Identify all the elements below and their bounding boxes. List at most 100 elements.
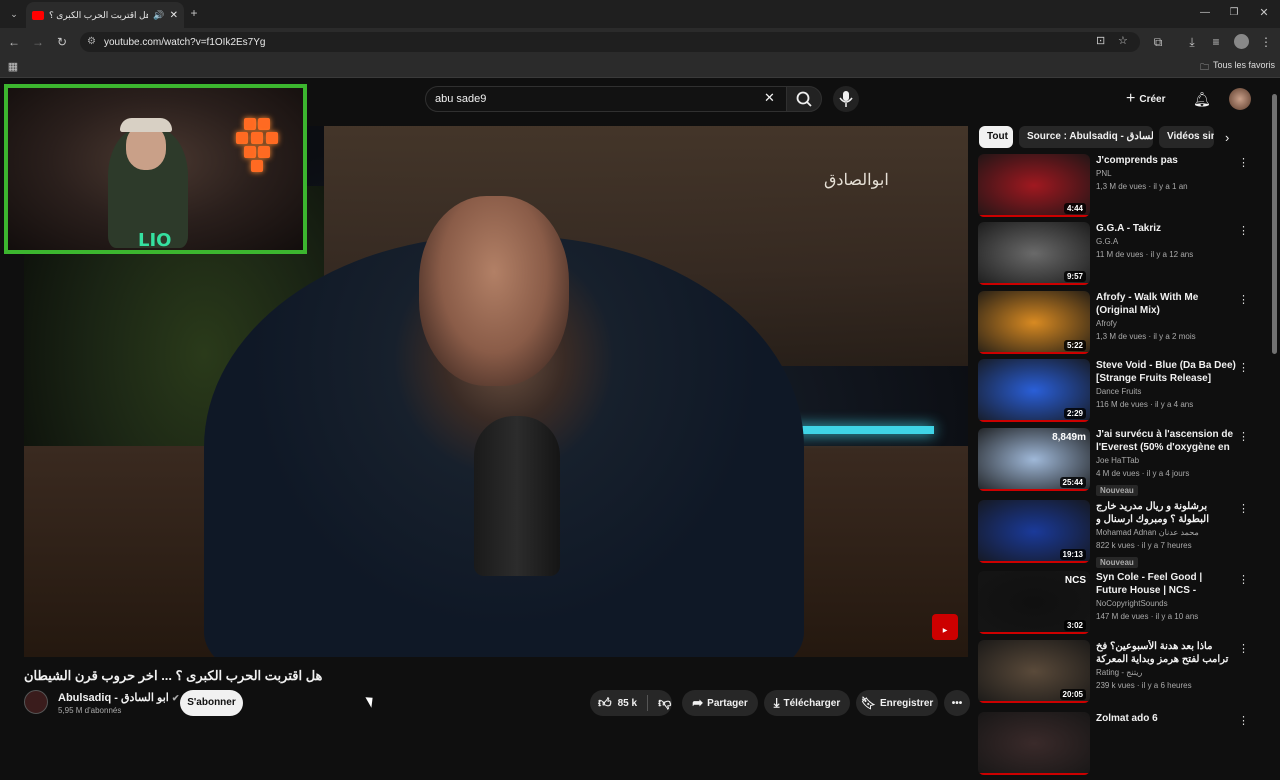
- recommendation-title[interactable]: Steve Void - Blue (Da Ba Dee) [Strange F…: [1096, 359, 1236, 385]
- install-app-icon[interactable]: ⊡: [1096, 34, 1105, 47]
- reload-icon[interactable]: ↻: [54, 35, 70, 49]
- more-vertical-icon[interactable]: ⋮: [1238, 502, 1249, 515]
- share-button[interactable]: ➦ Partager: [682, 690, 758, 716]
- clear-search-icon[interactable]: ✕: [764, 90, 775, 106]
- sidebar-scrollbar[interactable]: [1272, 94, 1277, 354]
- channel-name[interactable]: Abulsadiq - ابو السادق ✔: [58, 691, 179, 704]
- account-avatar[interactable]: [1229, 88, 1251, 110]
- recommendation-title[interactable]: Afrofy - Walk With Me (Original Mix): [1096, 291, 1236, 317]
- forward-icon[interactable]: →: [30, 35, 46, 49]
- chip-similar-videos[interactable]: Vidéos sin: [1159, 126, 1214, 148]
- chips-next-icon[interactable]: ›: [1225, 130, 1229, 145]
- recommendation-title[interactable]: G.G.A - Takriz: [1096, 222, 1236, 235]
- create-button[interactable]: + Créer: [1126, 88, 1174, 110]
- recommendation-thumbnail[interactable]: 20:05: [978, 640, 1090, 703]
- recommendation-channel[interactable]: G.G.A: [1096, 235, 1236, 248]
- new-tab-icon[interactable]: +: [186, 6, 202, 20]
- recommendation-item[interactable]: 8,849m 25:44 J'ai survécu à l'ascension de…: [978, 428, 1268, 496]
- more-vertical-icon[interactable]: ⋮: [1238, 714, 1249, 727]
- save-icon: 🔖︎: [860, 696, 876, 710]
- streamer-logo: LIO: [138, 230, 172, 251]
- recommendation-meta: 1,3 M de vues · il y a 1 an: [1096, 182, 1188, 191]
- download-button[interactable]: ⤓ Télécharger: [764, 690, 850, 716]
- more-vertical-icon[interactable]: ⋮: [1238, 573, 1249, 586]
- recommendation-item[interactable]: NCS 3:02 Syn Cole - Feel Good | Future Hou…: [978, 571, 1268, 639]
- tab-close-icon[interactable]: ✕: [170, 10, 178, 21]
- recommendation-title[interactable]: J'ai survécu à l'ascension de l'Everest …: [1096, 428, 1236, 454]
- downloads-icon[interactable]: ⤓: [1184, 35, 1200, 49]
- recommendation-channel[interactable]: Joe HaTTab: [1096, 454, 1236, 467]
- recommendation-channel[interactable]: Mohamad Adnan محمد عدنان: [1096, 526, 1236, 539]
- recommendation-channel[interactable]: NoCopyrightSounds: [1096, 597, 1236, 610]
- recommendation-item[interactable]: 19:13 برشلونة و ريال مدريد خارج البطولة ؟…: [978, 500, 1268, 568]
- recommendation-title[interactable]: ماذا بعد هدنة الأسبوعين؟ فخ ترامب لفتح ه…: [1096, 640, 1236, 666]
- recommendation-thumbnail[interactable]: 5:22: [978, 291, 1090, 354]
- recommendation-item[interactable]: 9:57 G.G.A - Takriz G.G.A 11 M de vues · il…: [978, 222, 1268, 290]
- recommendation-title[interactable]: Zolmat ado 6: [1096, 712, 1236, 725]
- notifications-bell-icon[interactable]: 🔔︎: [1193, 91, 1211, 108]
- save-button[interactable]: 🔖︎ Enregistrer: [856, 690, 938, 716]
- recommendation-info: Steve Void - Blue (Da Ba Dee) [Strange F…: [1096, 359, 1236, 411]
- recommendation-item[interactable]: 5:22 Afrofy - Walk With Me (Original Mix)…: [978, 291, 1268, 359]
- search-button[interactable]: [786, 86, 822, 112]
- minimize-icon[interactable]: —: [1197, 6, 1213, 20]
- site-info-icon[interactable]: ⚙: [87, 36, 96, 47]
- recommendation-thumbnail[interactable]: [978, 712, 1090, 775]
- all-bookmarks-folder[interactable]: 🗀 Tous les favoris: [1200, 60, 1275, 76]
- subscriber-count: 5,95 M d'abonnés: [58, 706, 122, 715]
- audio-playing-icon[interactable]: 🔊: [153, 10, 164, 21]
- recommendation-channel[interactable]: Afrofy: [1096, 317, 1236, 330]
- media-controls-icon[interactable]: ≡: [1208, 35, 1224, 49]
- recommendation-thumbnail[interactable]: 8,849m 25:44: [978, 428, 1090, 491]
- search-input[interactable]: abu sade9 ✕: [425, 86, 787, 112]
- chip-source-channel[interactable]: Source : Abulsadiq - ابو السادق: [1019, 126, 1153, 148]
- bookmark-star-icon[interactable]: ☆: [1118, 34, 1128, 47]
- chip-all[interactable]: Tout: [979, 126, 1013, 148]
- more-vertical-icon[interactable]: ⋮: [1238, 293, 1249, 306]
- recommendation-title[interactable]: برشلونة و ريال مدريد خارج البطولة ؟ ومبر…: [1096, 500, 1236, 526]
- more-vertical-icon[interactable]: ⋮: [1238, 361, 1249, 374]
- recommendation-item[interactable]: 2:29 Steve Void - Blue (Da Ba Dee) [Stran…: [978, 359, 1268, 427]
- subscribe-watermark-icon[interactable]: ▶: [932, 614, 958, 640]
- recommendation-channel[interactable]: PNL: [1096, 167, 1236, 180]
- browser-menu-icon[interactable]: ⋮: [1258, 35, 1274, 49]
- duration-badge: 2:29: [1063, 408, 1086, 419]
- more-actions-button[interactable]: •••: [944, 690, 970, 716]
- share-label: Partager: [707, 697, 748, 709]
- back-icon[interactable]: ←: [6, 35, 22, 49]
- tab-search-icon[interactable]: ⌄: [6, 7, 22, 21]
- apps-grid-icon[interactable]: ▦: [5, 60, 21, 74]
- more-vertical-icon[interactable]: ⋮: [1238, 642, 1249, 655]
- duration-badge: 5:22: [1063, 340, 1086, 351]
- verified-icon: ✔: [171, 693, 180, 703]
- channel-avatar[interactable]: [24, 690, 48, 714]
- recommendation-title[interactable]: Syn Cole - Feel Good | Future House | NC…: [1096, 571, 1236, 597]
- recommendation-channel[interactable]: Rating - ريتنج: [1096, 666, 1236, 679]
- recommendation-item[interactable]: Zolmat ado 6 ⋮: [978, 712, 1268, 780]
- watch-progress-bar: [978, 215, 1090, 217]
- address-bar[interactable]: ⚙ youtube.com/watch?v=f1OIk2Es7Yg ⊡ ☆: [80, 32, 1140, 52]
- more-vertical-icon[interactable]: ⋮: [1238, 224, 1249, 237]
- recommendation-thumbnail[interactable]: 4:44: [978, 154, 1090, 217]
- recommendation-item[interactable]: 20:05 ماذا بعد هدنة الأسبوعين؟ فخ ترامب ل…: [978, 640, 1268, 708]
- recommendation-thumbnail[interactable]: 9:57: [978, 222, 1090, 285]
- extensions-icon[interactable]: ⧉: [1150, 35, 1166, 49]
- profile-avatar[interactable]: [1234, 34, 1249, 49]
- recommendation-thumbnail[interactable]: 19:13: [978, 500, 1090, 563]
- more-vertical-icon[interactable]: ⋮: [1238, 430, 1249, 443]
- recommendation-info: J'ai survécu à l'ascension de l'Everest …: [1096, 428, 1236, 498]
- maximize-icon[interactable]: ❐: [1226, 6, 1242, 20]
- dislike-button[interactable]: 👎︎: [658, 695, 671, 711]
- like-button[interactable]: 👍︎ 85 k: [598, 695, 637, 711]
- recommendation-channel[interactable]: Dance Fruits: [1096, 385, 1236, 398]
- browser-tab[interactable]: هل اقتربت الحرب الكبرى ؟ ... 🔊 ✕: [26, 2, 184, 28]
- recommendation-item[interactable]: 4:44 J'comprends pas PNL 1,3 M de vues · il…: [978, 154, 1268, 222]
- window-close-icon[interactable]: ✕: [1256, 6, 1272, 20]
- recommendation-title[interactable]: J'comprends pas: [1096, 154, 1236, 167]
- recommendation-thumbnail[interactable]: 2:29: [978, 359, 1090, 422]
- recommendation-thumbnail[interactable]: NCS 3:02: [978, 571, 1090, 634]
- voice-search-button[interactable]: [833, 86, 859, 112]
- subscribe-button[interactable]: S'abonner: [180, 690, 243, 716]
- channel-name-text: Abulsadiq - ابو السادق: [58, 692, 169, 704]
- more-vertical-icon[interactable]: ⋮: [1238, 156, 1249, 169]
